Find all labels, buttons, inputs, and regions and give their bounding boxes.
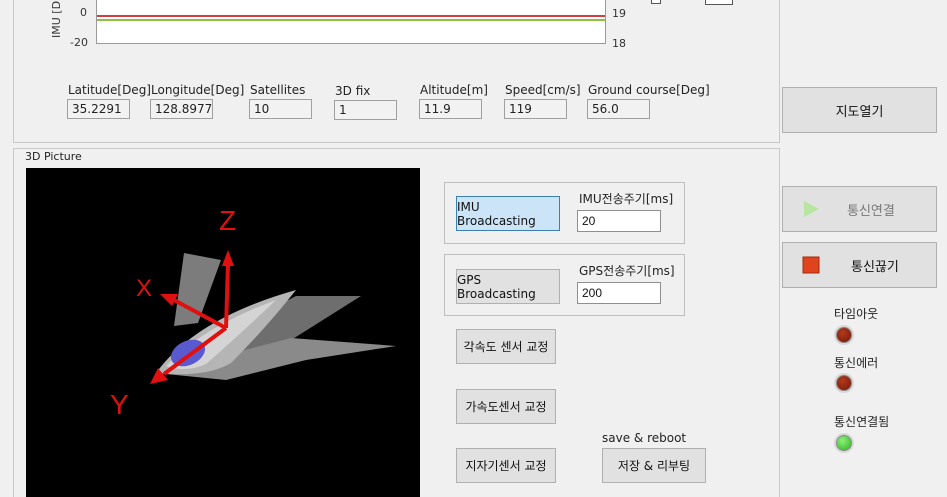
satellites-label: Satellites (250, 83, 306, 97)
comm-error-led (834, 373, 854, 393)
y-axis-label: Y (110, 389, 129, 420)
altitude-label: Altitude[m] (420, 83, 488, 97)
right-tick-1: 18 (612, 37, 626, 50)
z-axis-arrow (222, 250, 234, 266)
gps-broadcasting-button[interactable]: GPS Broadcasting (456, 269, 560, 304)
connect-label: 통신연결 (847, 203, 895, 219)
gps-period-input[interactable] (577, 282, 661, 304)
3d-picture-canvas[interactable]: Z X Y (26, 168, 420, 497)
legend-checkbox[interactable] (651, 0, 661, 4)
right-tick-0: 19 (612, 7, 626, 20)
gps-period-label: GPS전송주기[ms] (579, 264, 675, 278)
imu-chart-plot[interactable] (96, 0, 606, 44)
save-reboot-button[interactable]: 저장 & 리부팅 (602, 448, 706, 483)
open-map-button[interactable]: 지도열기 (782, 87, 937, 133)
latitude-label: Latitude[Deg] (68, 83, 151, 97)
connected-led (834, 433, 854, 453)
disconnect-button[interactable]: 통신끊기 (782, 242, 937, 288)
timeout-led (834, 325, 854, 345)
mag-calibration-button[interactable]: 지자기센서 교정 (456, 448, 556, 483)
speed-value: 119 (504, 99, 567, 119)
left-tick-1: -20 (70, 36, 88, 49)
accel-calibration-button[interactable]: 가속도센서 교정 (456, 389, 556, 424)
comm-error-label: 통신에러 (834, 356, 879, 370)
speed-label: Speed[cm/s] (505, 83, 581, 97)
longitude-value: 128.8977 (150, 99, 213, 119)
x-axis-label: X (136, 275, 152, 302)
ground-course-label: Ground course[Deg] (588, 83, 710, 97)
imu-period-label: IMU전송주기[ms] (579, 192, 674, 206)
longitude-label: Longitude[Deg] (151, 83, 245, 97)
imu-broadcasting-button[interactable]: IMU Broadcasting (456, 196, 560, 231)
gyro-calibration-button[interactable]: 각속도 센서 교정 (456, 329, 556, 364)
disconnect-label: 통신끊기 (851, 259, 899, 275)
ground-course-value: 56.0 (587, 99, 650, 119)
stop-icon (802, 256, 820, 274)
satellites-value: 10 (249, 99, 312, 119)
connect-button[interactable]: 통신연결 (782, 186, 937, 232)
y-axis-title: IMU [D (50, 0, 63, 38)
fix-label: 3D fix (335, 84, 371, 98)
altitude-value: 11.9 (419, 99, 482, 119)
imu-period-input[interactable] (577, 210, 661, 232)
save-reboot-label: save & reboot (602, 431, 687, 445)
picture-panel-title: 3D Picture (25, 150, 82, 163)
aircraft-3d-model: Z X Y (110, 205, 396, 420)
tail-fin (174, 253, 221, 326)
z-axis-label: Z (219, 205, 236, 236)
latitude-value: 35.2291 (67, 99, 130, 119)
z-axis-line (224, 262, 230, 329)
connected-label: 통신연결됨 (834, 415, 890, 429)
legend-swatch[interactable] (705, 0, 733, 5)
timeout-label: 타임아웃 (834, 307, 879, 321)
fix-value: 1 (334, 100, 397, 120)
chart-traces (97, 15, 605, 21)
play-icon (804, 201, 819, 217)
left-tick-0: 0 (80, 6, 87, 19)
